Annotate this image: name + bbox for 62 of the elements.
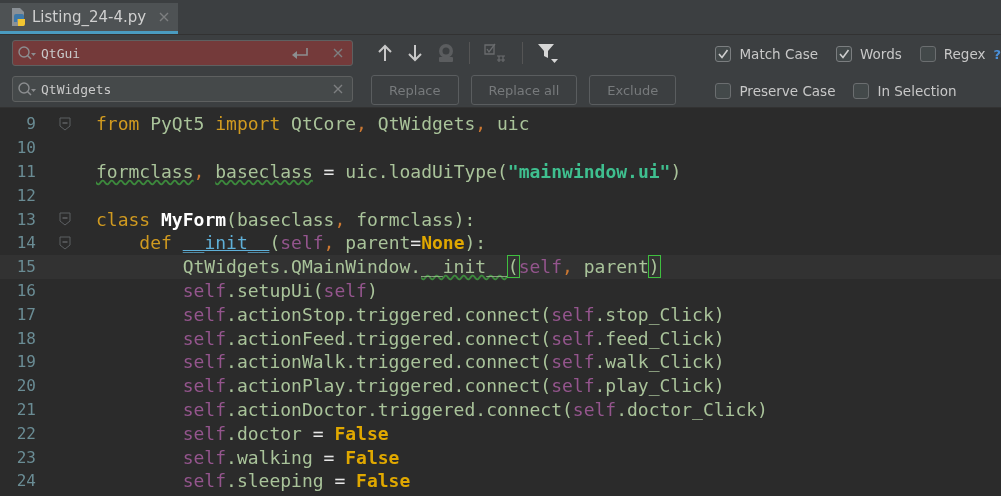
check-icon bbox=[717, 48, 730, 60]
line-number: 15 bbox=[15, 257, 36, 277]
line-number: 13 bbox=[15, 209, 36, 229]
code-line: QtWidgets.QMainWindow.__init__(self, parent) bbox=[182, 256, 660, 278]
option-label[interactable]: In Selection bbox=[877, 83, 957, 99]
line-number: 12 bbox=[15, 185, 36, 205]
code-line: self.actionWalk.triggered.connect(self.walk_Click) bbox=[182, 351, 725, 373]
line-number: 24 bbox=[15, 471, 36, 491]
checkbox[interactable] bbox=[715, 46, 732, 62]
code-line: self.actionDoctor.triggered.connect(self.doctor_Click) bbox=[182, 398, 768, 420]
replace-input[interactable]: QtWidgets bbox=[41, 81, 329, 97]
search-icon[interactable] bbox=[17, 81, 37, 97]
option-label[interactable]: Words bbox=[860, 46, 902, 62]
line-number: 10 bbox=[15, 138, 36, 158]
line-number: 17 bbox=[15, 304, 36, 324]
code-line: from PyQt5 import QtCore, QtWidgets, uic bbox=[96, 113, 530, 135]
clear-icon[interactable] bbox=[332, 83, 345, 95]
code-line: self.sleeping = False bbox=[182, 470, 411, 492]
fold-icon[interactable] bbox=[59, 116, 71, 131]
line-number: 9 bbox=[25, 114, 36, 134]
line-number: 22 bbox=[15, 423, 36, 443]
line-number: 16 bbox=[15, 280, 36, 300]
line-number: 18 bbox=[15, 328, 36, 348]
arrow-up-icon[interactable] bbox=[377, 44, 394, 62]
line-number: 21 bbox=[15, 399, 36, 419]
filter-icon[interactable] bbox=[537, 42, 560, 64]
check-icon bbox=[838, 48, 850, 60]
option-label[interactable]: Preserve Case bbox=[739, 83, 836, 99]
checkbox[interactable] bbox=[715, 83, 732, 99]
option-label[interactable]: Regex bbox=[943, 46, 986, 62]
search-input[interactable]: QtGui bbox=[41, 45, 287, 61]
line-number: 23 bbox=[15, 447, 36, 467]
line-number: 14 bbox=[15, 233, 36, 253]
search-field[interactable]: QtGui bbox=[12, 40, 354, 66]
code-line: self.actionPlay.triggered.connect(self.play_Click) bbox=[182, 375, 725, 397]
replace-field[interactable]: QtWidgets bbox=[12, 76, 354, 102]
help-link[interactable]: ? bbox=[993, 46, 1001, 62]
fold-icon[interactable] bbox=[59, 212, 71, 227]
clear-icon[interactable] bbox=[332, 47, 345, 59]
code-line: self.setupUi(self) bbox=[182, 279, 378, 301]
python-file-icon bbox=[10, 7, 28, 27]
fold-icon[interactable] bbox=[59, 235, 71, 250]
code-line: self.actionFeed.triggered.connect(self.feed_Click) bbox=[182, 327, 725, 349]
close-icon[interactable] bbox=[158, 11, 171, 23]
code-line: formclass, baseclass = uic.loadUiType("mainwindow.ui") bbox=[96, 161, 682, 182]
occurrence-icon[interactable] bbox=[437, 43, 456, 63]
search-icon[interactable] bbox=[17, 45, 37, 61]
option-label[interactable]: Match Case bbox=[739, 46, 818, 62]
enter-icon[interactable] bbox=[290, 46, 311, 60]
checkbox[interactable] bbox=[853, 83, 870, 99]
checkbox[interactable] bbox=[919, 46, 936, 62]
file-tab[interactable]: Listing_24-4.py bbox=[0, 3, 179, 34]
code-line: class MyForm(baseclass, formclass): bbox=[96, 208, 476, 230]
arrow-down-icon[interactable] bbox=[407, 44, 424, 62]
line-number: 11 bbox=[15, 162, 36, 181]
code-line: self.actionStop.triggered.connect(self.stop_Click) bbox=[182, 303, 725, 325]
line-number: 20 bbox=[15, 376, 36, 396]
code-line: self.doctor = False bbox=[182, 422, 389, 444]
line-number: 19 bbox=[15, 352, 36, 372]
code-line: def __init__(self, parent=None): bbox=[139, 232, 487, 254]
checkbox[interactable] bbox=[836, 46, 852, 62]
code-line: self.walking = False bbox=[182, 446, 400, 468]
